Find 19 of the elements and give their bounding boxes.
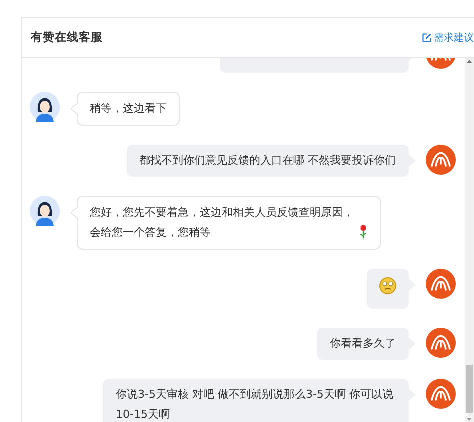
rose-icon <box>359 225 368 240</box>
brand-avatar-icon <box>426 379 456 409</box>
scroll-down-icon[interactable] <box>465 415 474 422</box>
message-text: 你说3-5天审核 对吧 做不到就别说那么3-5天啊 你可以说10-15天啊 <box>116 388 394 421</box>
scroll-thumb[interactable] <box>466 365 473 413</box>
chat-title: 有赞在线客服 <box>31 30 103 45</box>
brand-avatar-icon <box>426 145 456 175</box>
message-text: 你看看多久了 <box>330 337 396 350</box>
brand-avatar-icon <box>426 269 456 299</box>
message-text: 稍等，这边看下 <box>90 102 167 115</box>
agent-avatar-icon <box>30 196 60 226</box>
feedback-link[interactable]: 需求建议 <box>422 30 474 44</box>
edit-icon <box>422 32 432 42</box>
agent-avatar-icon <box>30 92 60 122</box>
emoji-icon <box>379 277 397 295</box>
message-text: 您好，您先不要着急，这边和相关人员反馈查明原因，会给您一个答复，您稍等 <box>90 205 355 241</box>
message-text: 都找不到你们意见反馈的入口在哪 不然我要投诉你们 <box>140 154 396 167</box>
brand-avatar-icon <box>426 328 456 358</box>
scrollbar[interactable] <box>465 58 474 422</box>
